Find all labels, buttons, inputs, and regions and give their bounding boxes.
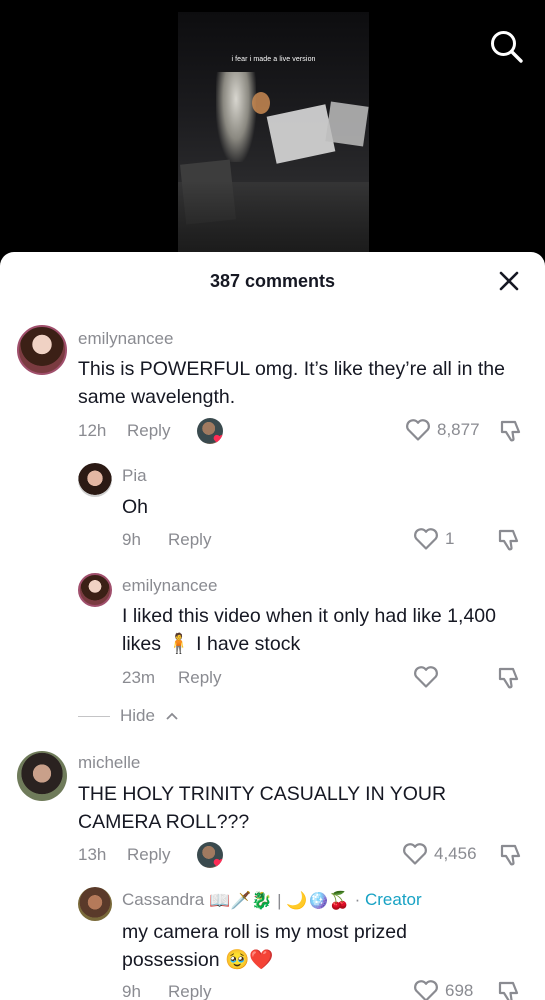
separator-dot: · — [354, 890, 361, 909]
performer-figure — [216, 72, 256, 162]
like-button[interactable]: 698 — [413, 979, 473, 1000]
stage-light — [252, 92, 270, 114]
heart-outline-icon — [414, 528, 438, 550]
hide-replies-button[interactable]: Hide — [78, 706, 179, 726]
reply-button[interactable]: Reply — [127, 421, 170, 441]
reply-button[interactable]: Reply — [127, 845, 170, 865]
reply-button[interactable]: Reply — [168, 530, 211, 550]
thumbs-down-icon[interactable] — [496, 979, 522, 1000]
crowd-sign — [325, 101, 369, 147]
avatar[interactable] — [78, 573, 112, 607]
crowd-sign — [266, 104, 336, 164]
creator-avatar-heart-icon — [197, 842, 223, 868]
heart-outline-icon — [414, 980, 438, 1000]
like-count: 698 — [445, 981, 474, 1000]
like-button[interactable]: 4,456 — [402, 842, 477, 866]
close-icon[interactable] — [496, 268, 522, 294]
heart-outline-icon — [403, 843, 427, 865]
crowd — [178, 182, 369, 257]
comment-text: This is POWERFUL omg. It’s like they’re … — [78, 358, 505, 408]
comment-time: 9h — [122, 530, 141, 549]
creator-badge: Creator — [364, 890, 422, 909]
like-button[interactable]: 8,877 — [405, 418, 480, 442]
comment-text: Oh — [122, 496, 149, 518]
avatar[interactable] — [78, 463, 112, 497]
standing-person-emoji: 🧍 — [166, 633, 191, 655]
comment-time: 13h — [78, 845, 107, 864]
creator-avatar-heart-icon — [197, 418, 223, 444]
reply-button[interactable]: Reply — [178, 668, 221, 688]
like-count: 8,877 — [437, 420, 480, 439]
comment-time: 23m — [122, 668, 156, 687]
like-button[interactable] — [413, 665, 445, 689]
divider — [78, 715, 110, 717]
thumbs-down-icon[interactable] — [496, 665, 522, 691]
video-player[interactable]: i fear i made a live version — [0, 0, 545, 270]
comment-text: I liked this video when it only had like… — [122, 602, 522, 658]
comment-time: 9h — [122, 982, 141, 1000]
reply-button[interactable]: Reply — [168, 982, 211, 1000]
comment-text: my camera roll is my most prized possess… — [122, 918, 502, 974]
thumbs-down-icon[interactable] — [498, 418, 524, 444]
thumbs-down-icon[interactable] — [498, 842, 524, 868]
comment-username[interactable]: Cassandra 📖🗡️🐉 | 🌙🪩🍒 · Creator — [122, 890, 422, 911]
comment-username[interactable]: michelle — [78, 753, 140, 773]
comment-username[interactable]: Pia — [122, 466, 147, 486]
heart-outline-icon — [406, 419, 430, 441]
like-count: 1 — [445, 529, 455, 548]
avatar[interactable] — [78, 887, 112, 921]
pleading-face-heart-emoji: 🥹❤️ — [224, 949, 274, 971]
comment-username[interactable]: emilynancee — [122, 576, 217, 596]
heart-outline-icon — [414, 666, 438, 688]
like-button[interactable]: 1 — [413, 527, 454, 551]
video-caption: i fear i made a live version — [231, 56, 316, 63]
hide-label: Hide — [120, 706, 155, 725]
comment-text-part: I have stock — [196, 633, 301, 655]
like-count: 4,456 — [434, 844, 477, 863]
comments-count-title: 387 comments — [209, 271, 336, 291]
avatar[interactable] — [17, 751, 67, 801]
comment-time: 12h — [78, 421, 107, 440]
search-icon[interactable] — [488, 28, 524, 64]
comment-username[interactable]: emilynancee — [78, 329, 173, 349]
username-emojis: 📖🗡️🐉 | 🌙🪩🍒 — [208, 890, 350, 910]
chevron-up-icon — [166, 712, 178, 720]
thumbs-down-icon[interactable] — [496, 527, 522, 553]
avatar[interactable] — [17, 325, 67, 375]
creator-name: Cassandra — [122, 890, 205, 909]
video-frame: i fear i made a live version — [178, 12, 369, 257]
comment-text: THE HOLY TRINITY CASUALLY IN YOUR CAMERA… — [78, 783, 447, 833]
